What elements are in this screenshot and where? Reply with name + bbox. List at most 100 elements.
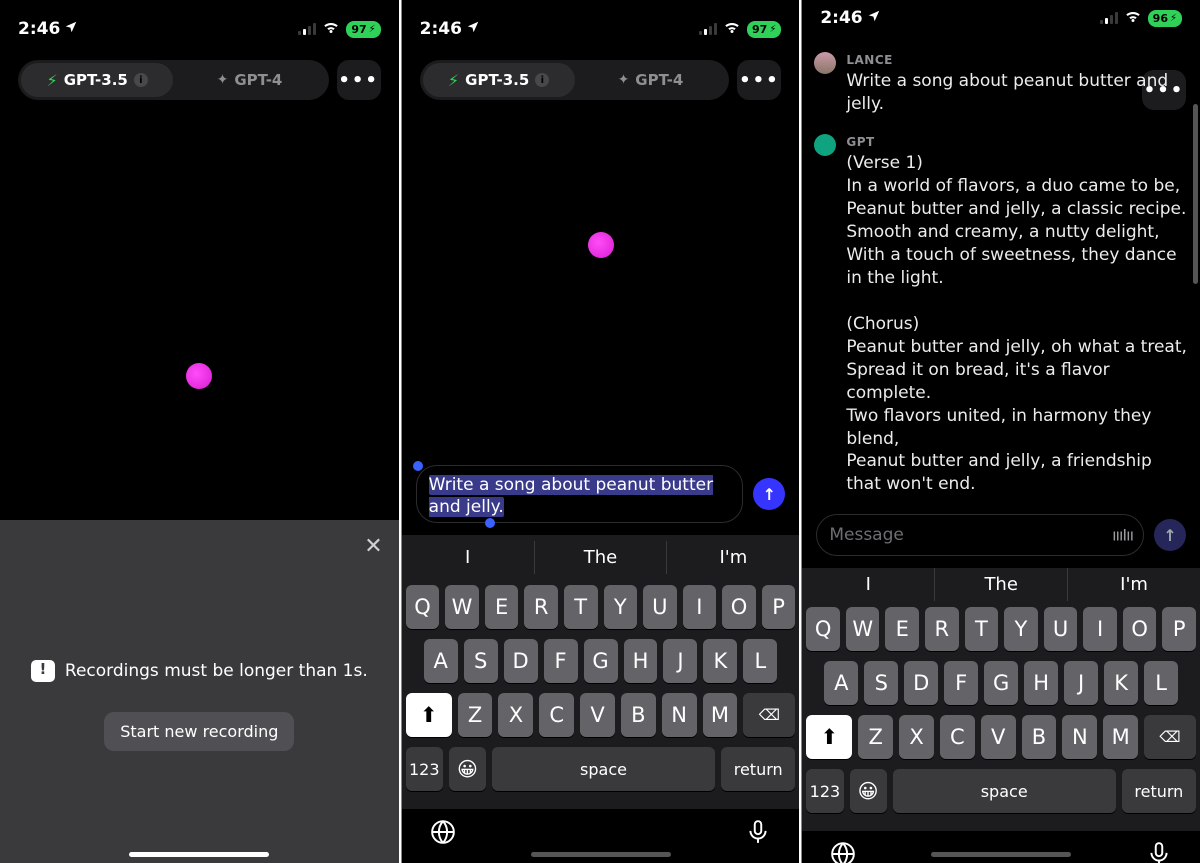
key-r[interactable]: R [925,607,959,651]
key-e[interactable]: E [485,585,519,629]
suggestion[interactable]: I'm [1068,568,1200,601]
key-l[interactable]: L [1144,661,1178,705]
home-indicator[interactable] [129,852,269,857]
tab-gpt35[interactable]: ⚡︎ GPT-3.5 i [21,63,173,97]
more-button[interactable]: ••• [337,60,381,100]
key-a[interactable]: A [424,639,458,683]
key-i[interactable]: I [683,585,717,629]
tab-gpt35[interactable]: ⚡︎ GPT-3.5 i [423,63,575,97]
key-t[interactable]: T [965,607,999,651]
key-k[interactable]: K [1104,661,1138,705]
message-input[interactable]: Write a song about peanut butter and jel… [416,465,744,523]
return-key[interactable]: return [1122,769,1196,813]
send-button[interactable]: ↑ [753,478,785,510]
key-m[interactable]: M [703,693,738,737]
key-q[interactable]: Q [406,585,440,629]
key-z[interactable]: Z [858,715,893,759]
emoji-key[interactable]: 😀 [449,747,486,791]
key-t[interactable]: T [564,585,598,629]
waveform-icon[interactable]: ıııIıı [1112,526,1133,545]
globe-icon[interactable] [430,819,456,849]
scroll-indicator[interactable] [1193,104,1198,284]
key-v[interactable]: V [981,715,1016,759]
key-g[interactable]: G [584,639,618,683]
key-f[interactable]: F [944,661,978,705]
start-recording-button[interactable]: Start new recording [104,712,294,751]
keyboard-suggestions[interactable]: I The I'm [402,535,800,579]
keyboard[interactable]: QWERTYUIOP ASDFGHJKL ⬆ ZXCVBNM ⌫ 123 😀 s… [402,579,800,809]
emoji-key[interactable]: 😀 [850,769,887,813]
key-p[interactable]: P [1162,607,1196,651]
key-m[interactable]: M [1103,715,1138,759]
home-indicator[interactable] [531,852,671,857]
key-i[interactable]: I [1083,607,1117,651]
key-z[interactable]: Z [458,693,493,737]
shift-key[interactable]: ⬆ [806,715,852,759]
key-h[interactable]: H [624,639,658,683]
suggestion[interactable]: I [802,568,935,601]
numbers-key[interactable]: 123 [406,747,443,791]
key-d[interactable]: D [904,661,938,705]
keyboard[interactable]: QWERTYUIOP ASDFGHJKL ⬆ ZXCVBNM ⌫ 123 😀 s… [802,601,1200,831]
key-n[interactable]: N [1062,715,1097,759]
key-u[interactable]: U [1044,607,1078,651]
key-l[interactable]: L [743,639,777,683]
key-f[interactable]: F [544,639,578,683]
key-c[interactable]: C [940,715,975,759]
selection-handle[interactable] [413,461,423,471]
close-icon[interactable]: ✕ [364,534,382,559]
more-button[interactable]: ••• [737,60,781,100]
key-y[interactable]: Y [1004,607,1038,651]
key-k[interactable]: K [703,639,737,683]
mic-icon[interactable] [1146,841,1172,863]
key-q[interactable]: Q [806,607,840,651]
key-g[interactable]: G [984,661,1018,705]
space-key[interactable]: space [893,769,1116,813]
key-a[interactable]: A [824,661,858,705]
key-j[interactable]: J [663,639,697,683]
mic-icon[interactable] [745,819,771,849]
key-s[interactable]: S [464,639,498,683]
home-indicator[interactable] [931,852,1071,857]
keyboard-suggestions[interactable]: I The I'm [802,568,1200,601]
recording-indicator [186,363,212,389]
key-d[interactable]: D [504,639,538,683]
selection-handle[interactable] [485,518,495,528]
key-o[interactable]: O [722,585,756,629]
suggestion[interactable]: I'm [667,541,799,574]
numbers-key[interactable]: 123 [806,769,843,813]
key-r[interactable]: R [524,585,558,629]
key-n[interactable]: N [662,693,697,737]
message-input[interactable]: Message ıııIıı [816,514,1144,556]
key-x[interactable]: X [899,715,934,759]
key-s[interactable]: S [864,661,898,705]
wifi-icon [322,19,340,39]
suggestion[interactable]: I [402,541,535,574]
key-u[interactable]: U [643,585,677,629]
backspace-key[interactable]: ⌫ [1144,715,1196,759]
key-v[interactable]: V [580,693,615,737]
key-b[interactable]: B [621,693,656,737]
globe-icon[interactable] [830,841,856,863]
key-h[interactable]: H [1024,661,1058,705]
suggestion[interactable]: The [935,568,1068,601]
send-button[interactable]: ↑ [1154,519,1186,551]
shift-key[interactable]: ⬆ [406,693,452,737]
key-c[interactable]: C [539,693,574,737]
key-b[interactable]: B [1022,715,1057,759]
backspace-key[interactable]: ⌫ [743,693,795,737]
key-o[interactable]: O [1123,607,1157,651]
key-p[interactable]: P [762,585,796,629]
tab-gpt4[interactable]: ✦ GPT-4 [575,63,727,97]
key-j[interactable]: J [1064,661,1098,705]
key-y[interactable]: Y [604,585,638,629]
key-x[interactable]: X [498,693,533,737]
key-w[interactable]: W [445,585,479,629]
key-e[interactable]: E [885,607,919,651]
return-key[interactable]: return [721,747,795,791]
suggestion[interactable]: The [535,541,668,574]
key-w[interactable]: W [846,607,880,651]
space-key[interactable]: space [492,747,715,791]
avatar [814,52,836,74]
tab-gpt4[interactable]: ✦ GPT-4 [173,63,325,97]
